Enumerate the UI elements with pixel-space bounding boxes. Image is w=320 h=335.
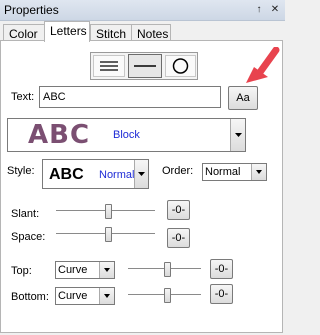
order-select[interactable]: Normal bbox=[202, 163, 267, 181]
single-line-icon bbox=[134, 65, 156, 67]
font-select[interactable]: ABC Block bbox=[7, 118, 246, 152]
slant-label: Slant: bbox=[11, 208, 40, 220]
circle-mode-button[interactable] bbox=[165, 55, 196, 77]
chevron-down-icon bbox=[138, 172, 145, 176]
layout-mode-group bbox=[90, 52, 198, 80]
text-input[interactable]: ABC bbox=[39, 86, 221, 108]
slant-slider[interactable] bbox=[56, 204, 155, 219]
font-dialog-button[interactable]: Aa bbox=[228, 86, 258, 110]
multi-line-icon bbox=[100, 61, 118, 71]
tab-color[interactable]: Color bbox=[3, 24, 45, 41]
font-name: Block bbox=[113, 129, 140, 141]
top-slider-thumb[interactable] bbox=[163, 262, 171, 277]
font-select-dropdown-arrow[interactable] bbox=[230, 119, 245, 151]
font-sample: ABC bbox=[28, 120, 91, 150]
top-slider[interactable] bbox=[128, 262, 201, 277]
chevron-down-icon[interactable] bbox=[99, 288, 114, 304]
bottom-curve-select[interactable]: Curve bbox=[55, 287, 115, 305]
circle-icon bbox=[172, 58, 189, 74]
top-label: Top: bbox=[11, 265, 32, 277]
panel-title: Properties bbox=[4, 3, 59, 17]
tab-notes[interactable]: Notes bbox=[131, 24, 171, 41]
pin-icon[interactable]: ↑ bbox=[252, 3, 266, 17]
chevron-down-icon[interactable] bbox=[99, 262, 114, 278]
properties-panel: Properties ↑ ✕ Color Letters Stitch Note… bbox=[0, 0, 285, 335]
chevron-down-icon[interactable] bbox=[251, 164, 266, 180]
letters-tab-body: Text: ABC Aa ABC Block Style: ABC Normal… bbox=[0, 40, 283, 333]
space-label: Space: bbox=[11, 231, 46, 243]
bottom-label: Bottom: bbox=[11, 291, 49, 303]
tab-strip: Color Letters Stitch Notes bbox=[0, 21, 285, 42]
style-select-dropdown-arrow[interactable] bbox=[134, 160, 148, 188]
style-value: Normal bbox=[99, 169, 135, 181]
order-label: Order: bbox=[162, 165, 194, 177]
multi-line-mode-button[interactable] bbox=[93, 55, 125, 77]
style-label: Style: bbox=[7, 165, 35, 177]
bottom-slider[interactable] bbox=[128, 288, 201, 303]
space-reset-button[interactable]: -0- bbox=[167, 228, 190, 248]
top-curve-select[interactable]: Curve bbox=[55, 261, 115, 279]
top-reset-button[interactable]: -0- bbox=[210, 259, 233, 279]
tab-stitch[interactable]: Stitch bbox=[90, 24, 132, 41]
single-line-mode-button[interactable] bbox=[128, 54, 162, 78]
text-label: Text: bbox=[11, 91, 35, 103]
space-slider-thumb[interactable] bbox=[105, 227, 113, 242]
slant-slider-thumb[interactable] bbox=[105, 204, 113, 219]
bottom-reset-button[interactable]: -0- bbox=[210, 284, 233, 304]
tab-letters[interactable]: Letters bbox=[44, 21, 90, 42]
title-bar: Properties ↑ ✕ bbox=[0, 0, 285, 21]
space-slider[interactable] bbox=[56, 227, 155, 242]
chevron-down-icon bbox=[235, 133, 242, 137]
bottom-slider-thumb[interactable] bbox=[163, 288, 171, 303]
bottom-curve-value: Curve bbox=[58, 290, 88, 302]
close-icon[interactable]: ✕ bbox=[268, 3, 282, 17]
slant-reset-button[interactable]: -0- bbox=[167, 200, 190, 220]
annotation-arrow-icon bbox=[246, 47, 280, 83]
order-value: Normal bbox=[205, 166, 241, 178]
style-select[interactable]: ABC Normal bbox=[42, 159, 149, 189]
style-sample: ABC bbox=[49, 166, 84, 183]
top-curve-value: Curve bbox=[58, 264, 88, 276]
